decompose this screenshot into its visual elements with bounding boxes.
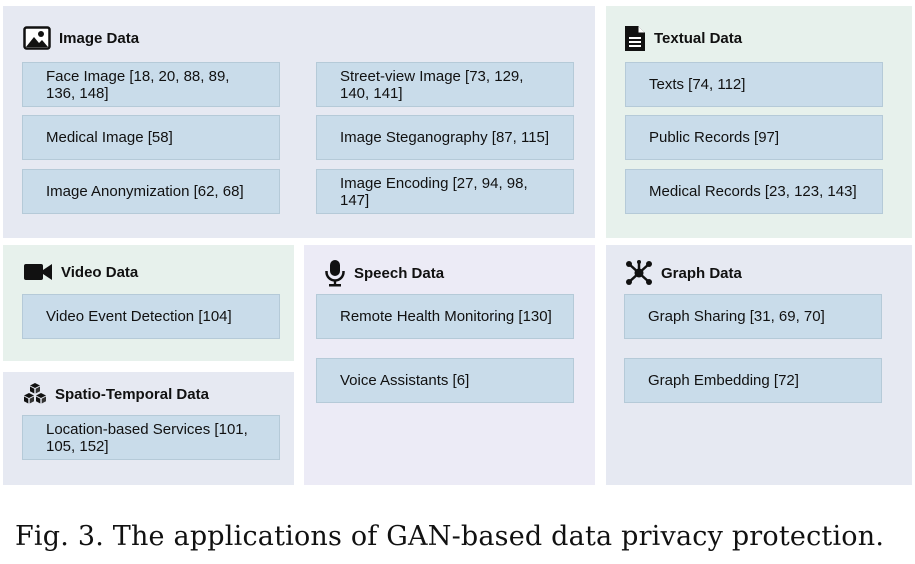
image-data-panel: Image Data Face Image [18, 20, 88, 89, 1… <box>3 6 595 238</box>
graph-icon <box>626 260 652 285</box>
textual-item-public-records: Public Records [97] <box>625 115 883 160</box>
image-item-steganography: Image Steganography [87, 115] <box>316 115 574 160</box>
spatio-item-location-services: Location-based Services [101, 105, 152] <box>22 415 280 460</box>
textual-data-panel: Textual Data Texts [74, 112] Public Reco… <box>606 6 912 238</box>
microphone-icon <box>325 260 345 287</box>
speech-item-remote-health: Remote Health Monitoring [130] <box>316 294 574 339</box>
spatio-temporal-data-panel: Spatio-Temporal Data Location-based Serv… <box>3 372 294 485</box>
video-camera-icon <box>24 264 52 280</box>
cubes-icon <box>24 383 46 404</box>
image-item-encoding: Image Encoding [27, 94, 98, 147] <box>316 169 574 214</box>
spatio-temporal-data-title: Spatio-Temporal Data <box>23 382 209 406</box>
image-item-street-view: Street-view Image [73, 129, 140, 141] <box>316 62 574 107</box>
speech-data-title: Speech Data <box>324 259 444 287</box>
speech-data-panel: Speech Data Remote Health Monitoring [13… <box>304 245 595 485</box>
figure-caption: Fig. 3. The applications of GAN-based da… <box>15 521 885 552</box>
video-item-event-detection: Video Event Detection [104] <box>22 294 280 339</box>
speech-item-voice-assistants: Voice Assistants [6] <box>316 358 574 403</box>
image-icon <box>23 26 51 50</box>
video-data-title: Video Data <box>23 262 138 282</box>
textual-item-texts: Texts [74, 112] <box>625 62 883 107</box>
graph-data-title: Graph Data <box>625 260 742 286</box>
graph-data-panel: Graph Data Graph Sharing [31, 69, 70] Gr… <box>606 245 912 485</box>
graph-item-sharing: Graph Sharing [31, 69, 70] <box>624 294 882 339</box>
textual-data-title: Textual Data <box>624 25 742 52</box>
image-item-anonymization: Image Anonymization [62, 68] <box>22 169 280 214</box>
graph-item-embedding: Graph Embedding [72] <box>624 358 882 403</box>
image-item-medical: Medical Image [58] <box>22 115 280 160</box>
document-icon <box>625 26 645 51</box>
image-data-title: Image Data <box>23 26 139 50</box>
textual-item-medical-records: Medical Records [23, 123, 143] <box>625 169 883 214</box>
image-item-face: Face Image [18, 20, 88, 89, 136, 148] <box>22 62 280 107</box>
video-data-panel: Video Data Video Event Detection [104] <box>3 245 294 361</box>
